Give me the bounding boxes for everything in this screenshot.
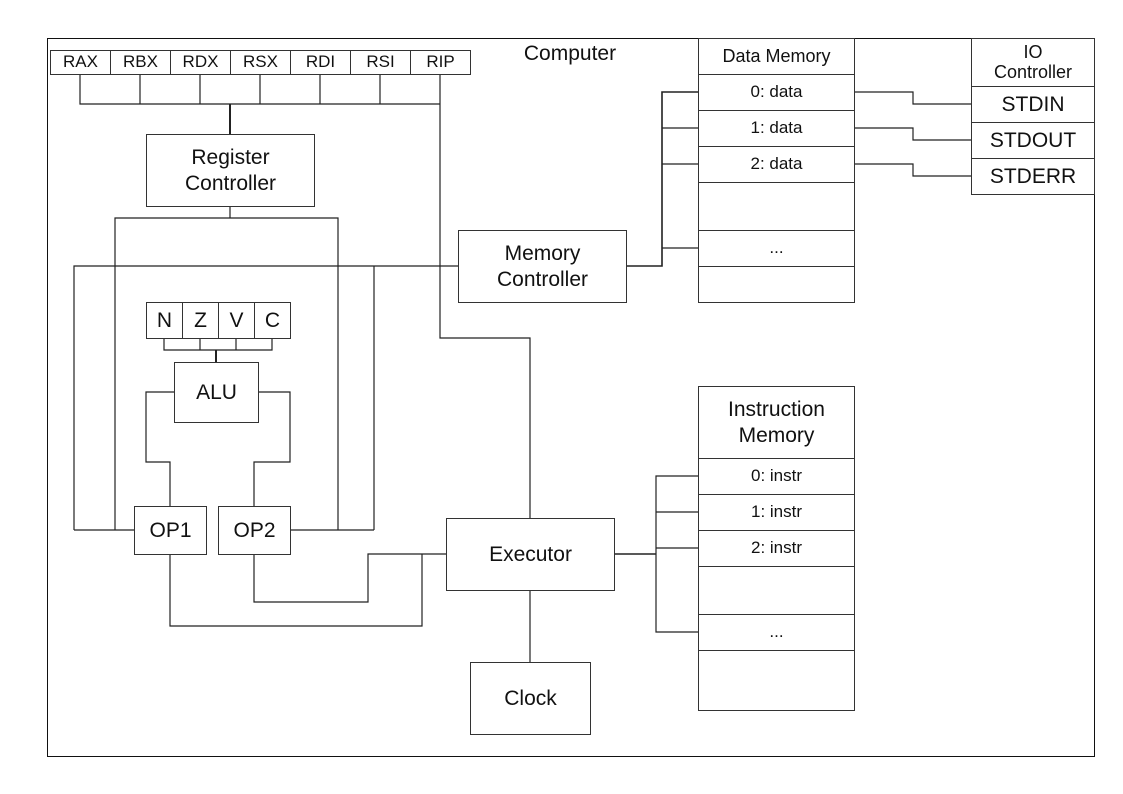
- data1-to-stdout: [854, 127, 971, 141]
- op2: OP2: [218, 506, 291, 555]
- flag-n: N: [146, 302, 183, 339]
- register-rdx: RDX: [170, 50, 231, 75]
- data-memory-title: Data Memory: [698, 38, 855, 75]
- alu: ALU: [174, 362, 259, 423]
- op1: OP1: [134, 506, 207, 555]
- instruction-memory-line2: Memory: [738, 423, 815, 447]
- alu-to-op1: [145, 391, 174, 506]
- data-memory-row: [698, 182, 855, 231]
- io-stdout: STDOUT: [971, 122, 1095, 159]
- executor: Executor: [446, 518, 615, 591]
- clock: Clock: [470, 662, 591, 735]
- instruction-memory-line1: Instruction: [728, 398, 825, 422]
- data-memory-row: 1: data: [698, 110, 855, 147]
- instruction-memory-row: ...: [698, 614, 855, 651]
- data-memory-row: ...: [698, 230, 855, 267]
- memory-controller-line1: Memory: [504, 242, 581, 266]
- data0-to-stdin: [854, 91, 971, 105]
- io-controller-line1: IO: [1023, 41, 1043, 62]
- register-rsx: RSX: [230, 50, 291, 75]
- register-rip: RIP: [410, 50, 471, 75]
- io-stdin: STDIN: [971, 86, 1095, 123]
- memory-controller: Memory Controller: [458, 230, 627, 303]
- register-rax: RAX: [50, 50, 111, 75]
- flag-v: V: [218, 302, 255, 339]
- register-controller-line2: Controller: [184, 171, 277, 195]
- instruction-memory-row: [698, 650, 855, 711]
- flag-c: C: [254, 302, 291, 339]
- io-controller-line2: Controller: [993, 61, 1073, 82]
- io-stderr: STDERR: [971, 158, 1095, 195]
- io-controller-title: IO Controller: [971, 38, 1095, 87]
- memory-controller-line2: Controller: [496, 267, 589, 291]
- register-rsi: RSI: [350, 50, 411, 75]
- instruction-memory-title: Instruction Memory: [698, 386, 855, 459]
- register-controller-line1: Register: [191, 146, 270, 170]
- op1-to-executor: [169, 554, 423, 627]
- alu-to-op2: [253, 391, 291, 506]
- data-memory-row: 0: data: [698, 74, 855, 111]
- instruction-memory-row: [698, 566, 855, 615]
- register-rdi: RDI: [290, 50, 351, 75]
- register-controller: Register Controller: [146, 134, 315, 207]
- instruction-memory-row: 2: instr: [698, 530, 855, 567]
- instruction-memory-row: 0: instr: [698, 458, 855, 495]
- register-rbx: RBX: [110, 50, 171, 75]
- flags-bus: [163, 338, 273, 351]
- data-memory-row: [698, 266, 855, 303]
- op2-to-executor: [253, 553, 446, 603]
- data-memory-row: 2: data: [698, 146, 855, 183]
- instrmem-bus: [655, 475, 698, 633]
- memctl-to-datamem: [626, 91, 698, 267]
- instruction-memory-row: 1: instr: [698, 494, 855, 531]
- flag-z: Z: [182, 302, 219, 339]
- data2-to-stderr: [854, 163, 971, 177]
